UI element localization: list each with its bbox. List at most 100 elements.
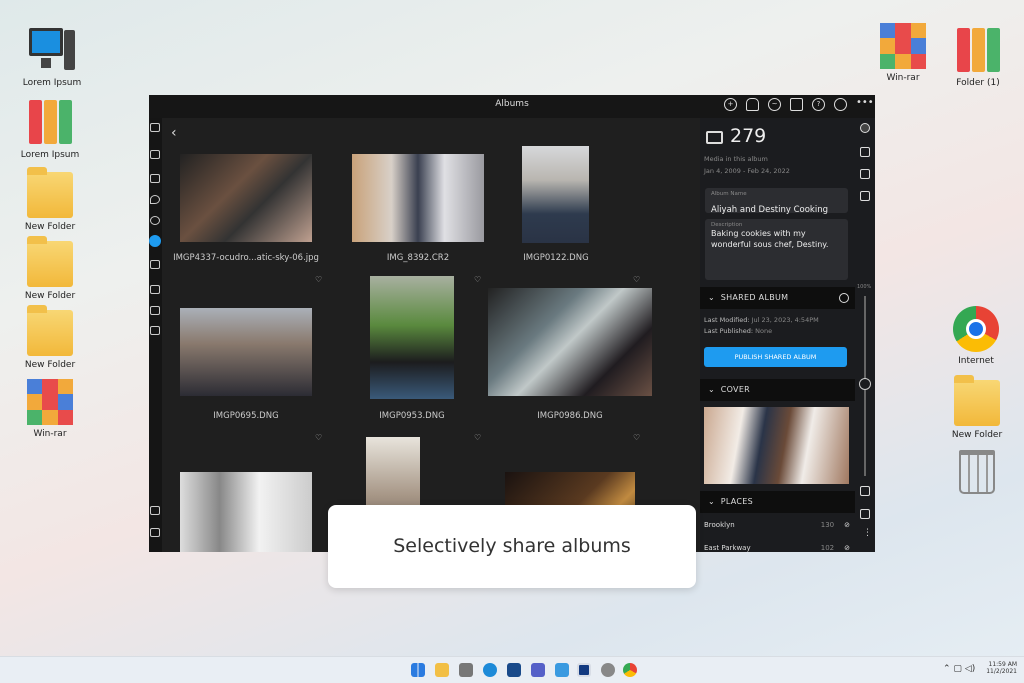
heart-icon[interactable]: ♡ xyxy=(474,433,481,442)
heart-icon[interactable]: ♡ xyxy=(315,433,322,442)
place-row[interactable]: East Parkway 102 ⊘ xyxy=(704,544,850,552)
delete-icon[interactable] xyxy=(860,191,870,201)
album-name-field[interactable]: Album Name Aliyah and Destiny Cooking xyxy=(705,188,848,215)
description-field[interactable]: Description Baking cookies with my wonder… xyxy=(705,219,848,280)
bell-icon[interactable] xyxy=(746,98,759,111)
title-bar: Albums + ~? ••• xyxy=(149,95,875,118)
photo-filename: IMGP0953.DNG xyxy=(379,411,445,421)
last-modified: Last Modified: Jul 23, 2023, 4:54PM xyxy=(704,316,819,324)
photo-thumbnail[interactable] xyxy=(180,154,312,242)
filter-icon[interactable] xyxy=(150,528,160,537)
photos-icon[interactable] xyxy=(150,150,160,159)
desktop-icon-chrome[interactable]: Internet xyxy=(941,306,1011,366)
app-icon[interactable] xyxy=(577,663,591,677)
window-title: Albums xyxy=(495,99,529,109)
date: 11/2/2021 xyxy=(986,668,1017,675)
heart-icon[interactable]: ♡ xyxy=(633,433,640,442)
settings-icon[interactable] xyxy=(601,663,615,677)
zoom-slider-thumb[interactable] xyxy=(859,378,871,390)
cover-image[interactable] xyxy=(704,407,849,484)
paint-icon[interactable] xyxy=(555,663,569,677)
export-icon[interactable] xyxy=(860,509,870,519)
photo-thumbnail[interactable] xyxy=(488,288,652,396)
compass-icon[interactable]: ⊘ xyxy=(844,544,850,552)
desktop-icon-binder[interactable]: Lorem Ipsum xyxy=(15,100,85,160)
slideshow-icon[interactable] xyxy=(860,486,870,496)
places-icon[interactable] xyxy=(150,195,160,204)
desktop-icon-binder[interactable]: Folder (1) xyxy=(943,28,1013,88)
chrome-taskbar-icon[interactable] xyxy=(623,663,637,677)
devices-icon[interactable] xyxy=(790,98,803,111)
label: Last Published: xyxy=(704,327,754,335)
share-icon[interactable] xyxy=(150,506,160,515)
publish-shared-album-button[interactable]: PUBLISH SHARED ALBUM xyxy=(704,347,847,367)
people-icon[interactable] xyxy=(150,216,160,225)
add-icon[interactable]: + xyxy=(724,98,737,111)
desktop-icon-folder[interactable]: New Folder xyxy=(15,236,85,301)
heart-icon[interactable]: ♡ xyxy=(474,275,481,284)
value: Jul 23, 2023, 4:54PM xyxy=(751,316,819,324)
desktop-icon-winrar[interactable]: Win-rar xyxy=(15,379,85,439)
calendar-icon[interactable] xyxy=(150,174,160,183)
desktop-icon-folder[interactable]: New Folder xyxy=(942,375,1012,440)
folders-icon[interactable] xyxy=(150,260,160,269)
more-vertical-icon[interactable]: ⋮ xyxy=(863,528,872,538)
field-value: Aliyah and Destiny Cooking xyxy=(711,205,828,215)
recycle-bin-icon[interactable] xyxy=(959,450,995,494)
shared-album-header[interactable]: ⌄ SHARED ALBUM xyxy=(700,287,855,309)
caption-banner: Selectively share albums xyxy=(328,505,696,588)
activity-icon[interactable]: ~ xyxy=(768,98,781,111)
compass-icon[interactable]: ⊘ xyxy=(844,521,850,529)
place-count: 130 xyxy=(820,521,835,529)
places-header[interactable]: ⌄ PLACES xyxy=(700,491,855,513)
tools-icon[interactable] xyxy=(150,306,160,315)
start-icon[interactable] xyxy=(411,663,425,677)
albums-icon[interactable] xyxy=(149,235,161,247)
album-info-panel: 279 Media in this album Jan 4, 2009 - Fe… xyxy=(700,118,855,552)
photo-thumbnail[interactable] xyxy=(180,472,312,552)
globe-icon[interactable] xyxy=(839,293,849,303)
field-value: Baking cookies with my wonderful sous ch… xyxy=(711,229,829,249)
label: Last Modified: xyxy=(704,316,750,324)
store-icon[interactable] xyxy=(507,663,521,677)
desktop-icon-folder[interactable]: New Folder xyxy=(15,305,85,370)
photo-thumbnail[interactable] xyxy=(522,146,589,243)
account-icon[interactable] xyxy=(834,98,847,111)
photo-thumbnail[interactable] xyxy=(370,276,454,399)
info-icon[interactable] xyxy=(860,123,870,133)
more-icon[interactable]: ••• xyxy=(856,98,874,111)
place-row[interactable]: Brooklyn 130 ⊘ xyxy=(704,521,850,529)
add-to-album-icon[interactable] xyxy=(860,169,870,179)
photo-thumbnail[interactable] xyxy=(352,154,484,242)
folder-icon xyxy=(954,375,1000,426)
photo-filename: IMGP4337-ocudro...atic-sky-06.jpg xyxy=(173,253,319,263)
system-tray-icons[interactable]: ⌃ ▢ ◁) xyxy=(943,664,975,674)
binder-icon xyxy=(27,100,73,146)
media-count: 279 xyxy=(730,125,767,147)
desktop-icon-winrar[interactable]: Win-rar xyxy=(868,23,938,83)
folder-icon xyxy=(27,236,73,287)
desktop-icon-computer[interactable]: Lorem Ipsum xyxy=(17,28,87,88)
heart-icon[interactable]: ♡ xyxy=(315,275,322,284)
photo-filename: IMGP0986.DNG xyxy=(537,411,603,421)
cover-header[interactable]: ⌄ COVER xyxy=(700,379,855,401)
open-external-icon[interactable] xyxy=(860,147,870,157)
right-tool-strip: 100% ⋮ xyxy=(855,118,875,552)
import-icon[interactable] xyxy=(150,326,160,335)
help-icon[interactable]: ? xyxy=(812,98,825,111)
last-published: Last Published: None xyxy=(704,327,772,335)
camera-icon[interactable] xyxy=(459,663,473,677)
teams-icon[interactable] xyxy=(531,663,545,677)
desktop-icon-folder[interactable]: New Folder xyxy=(15,167,85,232)
section-title: SHARED ALBUM xyxy=(720,293,789,302)
panel-toggle-icon[interactable] xyxy=(150,123,160,132)
date-range: Jan 4, 2009 - Feb 24, 2022 xyxy=(704,167,790,175)
edge-icon[interactable] xyxy=(483,663,497,677)
clock[interactable]: 11:59 AM 11/2/2021 xyxy=(985,661,1017,675)
collections-icon[interactable] xyxy=(150,285,160,294)
file-explorer-icon[interactable] xyxy=(435,663,449,677)
back-button[interactable]: ‹ xyxy=(171,125,177,141)
photo-thumbnail[interactable] xyxy=(180,308,312,396)
winrar-icon xyxy=(27,379,73,425)
heart-icon[interactable]: ♡ xyxy=(633,275,640,284)
